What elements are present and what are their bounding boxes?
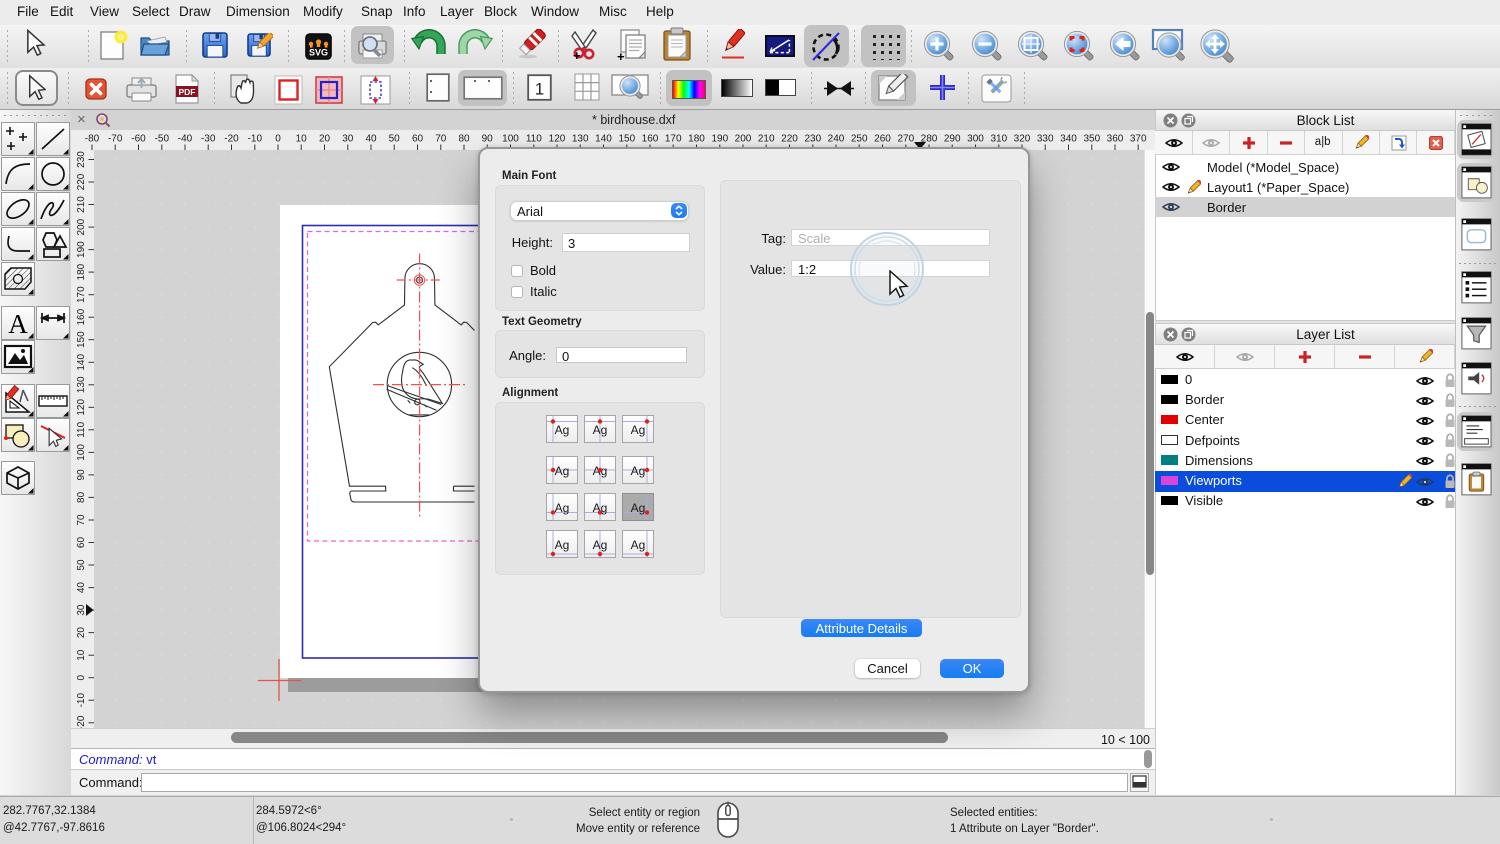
svg-text:Ag: Ag bbox=[554, 501, 569, 515]
svg-text:330: 330 bbox=[1037, 134, 1054, 145]
svg-text:SVG: SVG bbox=[309, 48, 328, 58]
svg-text:-20: -20 bbox=[76, 715, 87, 728]
svg-text:Ag: Ag bbox=[554, 423, 569, 437]
svg-text:60: 60 bbox=[412, 134, 424, 145]
svg-text:230: 230 bbox=[76, 151, 87, 168]
svg-text:350: 350 bbox=[1083, 134, 1100, 145]
svg-text:110: 110 bbox=[526, 134, 542, 145]
svg-text:-40: -40 bbox=[178, 134, 193, 145]
svg-text:30: 30 bbox=[76, 604, 87, 616]
svg-text:70: 70 bbox=[435, 134, 447, 145]
svg-text:190: 190 bbox=[76, 241, 87, 258]
svg-text:110: 110 bbox=[76, 421, 87, 437]
svg-text:220: 220 bbox=[76, 173, 87, 190]
svg-text:-50: -50 bbox=[155, 134, 170, 145]
svg-text:60: 60 bbox=[76, 537, 87, 549]
svg-text:Ag: Ag bbox=[630, 423, 645, 437]
svg-text:310: 310 bbox=[990, 134, 1007, 145]
svg-text:40: 40 bbox=[76, 582, 87, 594]
svg-text:150: 150 bbox=[618, 134, 635, 145]
svg-text:30: 30 bbox=[342, 134, 354, 145]
svg-text:200: 200 bbox=[76, 218, 87, 235]
svg-text:190: 190 bbox=[711, 134, 728, 145]
svg-text:90: 90 bbox=[482, 134, 494, 145]
svg-text:210: 210 bbox=[758, 134, 775, 145]
svg-text:+: + bbox=[617, 49, 625, 62]
svg-text:100: 100 bbox=[76, 444, 87, 461]
svg-text:50: 50 bbox=[389, 134, 401, 145]
svg-text:360: 360 bbox=[1107, 134, 1124, 145]
svg-text:180: 180 bbox=[76, 263, 87, 280]
svg-text:130: 130 bbox=[76, 376, 87, 393]
svg-text:80: 80 bbox=[76, 491, 87, 503]
svg-text:290: 290 bbox=[944, 134, 961, 145]
svg-text:10: 10 bbox=[76, 649, 87, 661]
svg-text:-30: -30 bbox=[201, 134, 216, 145]
svg-text:Ag: Ag bbox=[630, 501, 645, 515]
svg-text:1: 1 bbox=[535, 80, 544, 99]
svg-text:-20: -20 bbox=[224, 134, 239, 145]
svg-text:80: 80 bbox=[458, 134, 470, 145]
svg-text:Ag: Ag bbox=[554, 464, 569, 478]
svg-text:370: 370 bbox=[1130, 134, 1147, 145]
svg-text:A: A bbox=[8, 309, 28, 339]
svg-text:100: 100 bbox=[502, 134, 519, 145]
svg-text:340: 340 bbox=[1060, 134, 1077, 145]
svg-text:40: 40 bbox=[365, 134, 377, 145]
svg-text:Ag: Ag bbox=[592, 538, 607, 552]
svg-text:160: 160 bbox=[76, 308, 87, 325]
svg-text:20: 20 bbox=[319, 134, 331, 145]
svg-text:170: 170 bbox=[665, 134, 682, 145]
svg-text:Ag: Ag bbox=[630, 464, 645, 478]
svg-text:Ag: Ag bbox=[630, 538, 645, 552]
svg-text:140: 140 bbox=[595, 134, 612, 145]
svg-text:200: 200 bbox=[735, 134, 752, 145]
svg-text:160: 160 bbox=[642, 134, 659, 145]
svg-text:20: 20 bbox=[76, 627, 87, 639]
svg-text:Ag: Ag bbox=[554, 538, 569, 552]
svg-text:120: 120 bbox=[549, 134, 566, 145]
svg-text:Ag: Ag bbox=[592, 423, 607, 437]
svg-text:90: 90 bbox=[76, 469, 87, 481]
svg-text:50: 50 bbox=[76, 559, 87, 571]
svg-text:130: 130 bbox=[572, 134, 589, 145]
svg-text:120: 120 bbox=[76, 399, 87, 416]
svg-text:-10: -10 bbox=[248, 134, 263, 145]
svg-text:240: 240 bbox=[828, 134, 845, 145]
svg-text:220: 220 bbox=[781, 134, 798, 145]
svg-text:+: + bbox=[573, 48, 581, 62]
svg-text:-70: -70 bbox=[108, 134, 123, 145]
svg-text:250: 250 bbox=[851, 134, 868, 145]
svg-text:-80: -80 bbox=[85, 134, 100, 145]
svg-text:230: 230 bbox=[804, 134, 821, 145]
svg-text:70: 70 bbox=[76, 514, 87, 526]
svg-text:-60: -60 bbox=[131, 134, 146, 145]
svg-text:300: 300 bbox=[967, 134, 984, 145]
svg-text:-10: -10 bbox=[76, 693, 87, 708]
svg-text:PDF: PDF bbox=[179, 87, 196, 97]
svg-text:270: 270 bbox=[897, 134, 914, 145]
svg-text:150: 150 bbox=[76, 331, 87, 348]
svg-text:320: 320 bbox=[1014, 134, 1031, 145]
svg-text:140: 140 bbox=[76, 354, 87, 371]
svg-text:10: 10 bbox=[296, 134, 308, 145]
svg-text:260: 260 bbox=[874, 134, 891, 145]
svg-text:0: 0 bbox=[76, 674, 87, 680]
svg-text:0: 0 bbox=[275, 134, 281, 145]
svg-text:180: 180 bbox=[688, 134, 705, 145]
svg-text:210: 210 bbox=[76, 196, 87, 213]
svg-text:170: 170 bbox=[76, 286, 87, 303]
